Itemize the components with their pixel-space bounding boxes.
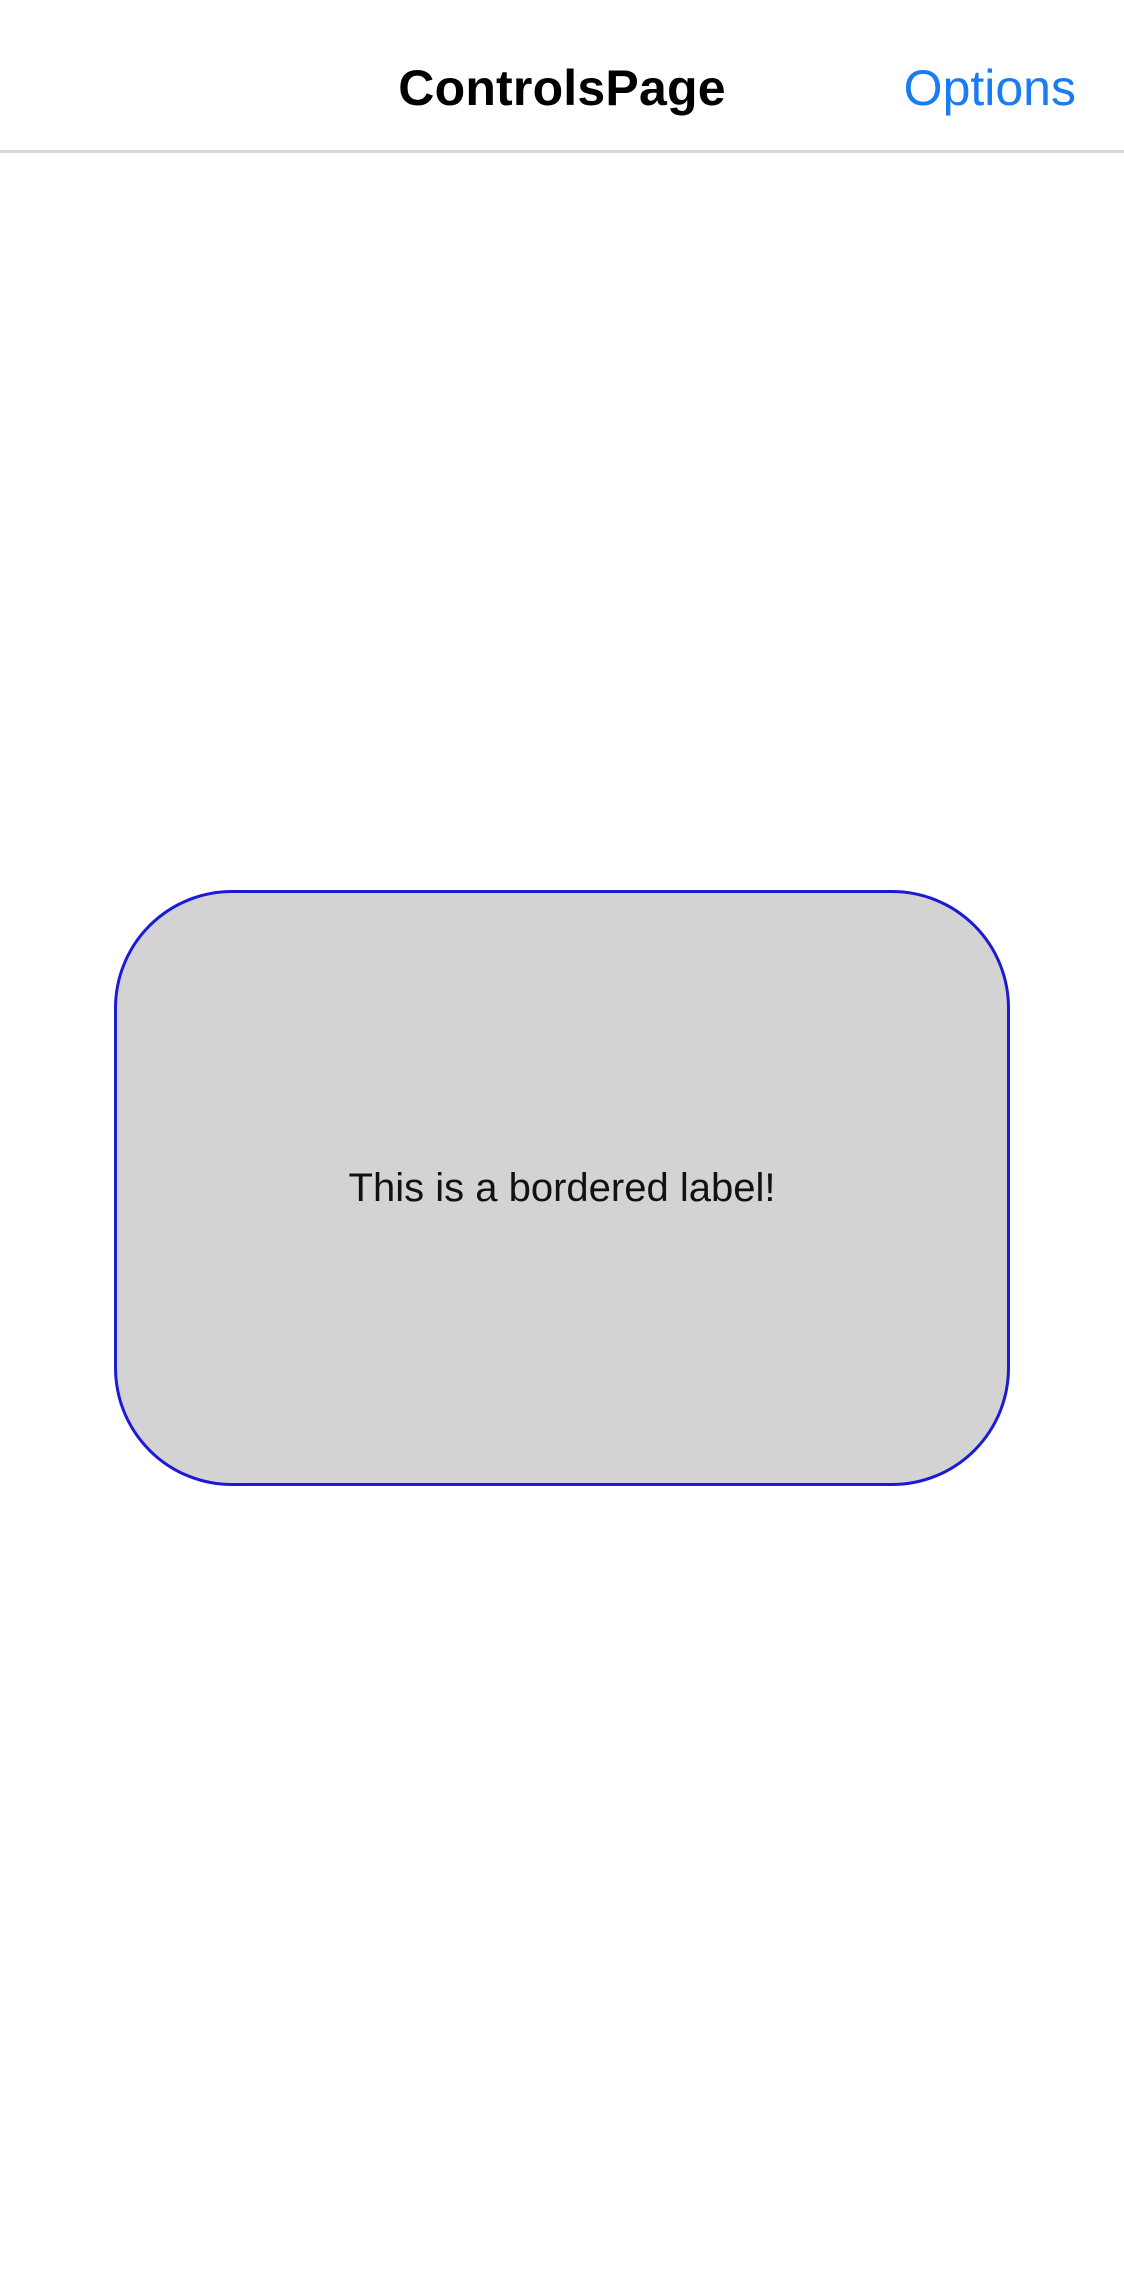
page-content: This is a bordered label! <box>0 153 1124 2286</box>
options-button[interactable]: Options <box>904 52 1076 124</box>
bordered-label: This is a bordered label! <box>114 890 1010 1486</box>
bordered-label-text: This is a bordered label! <box>348 1166 776 1210</box>
navigation-bar: ControlsPage Options <box>0 0 1124 153</box>
app-screen: ControlsPage Options This is a bordered … <box>0 0 1124 2286</box>
